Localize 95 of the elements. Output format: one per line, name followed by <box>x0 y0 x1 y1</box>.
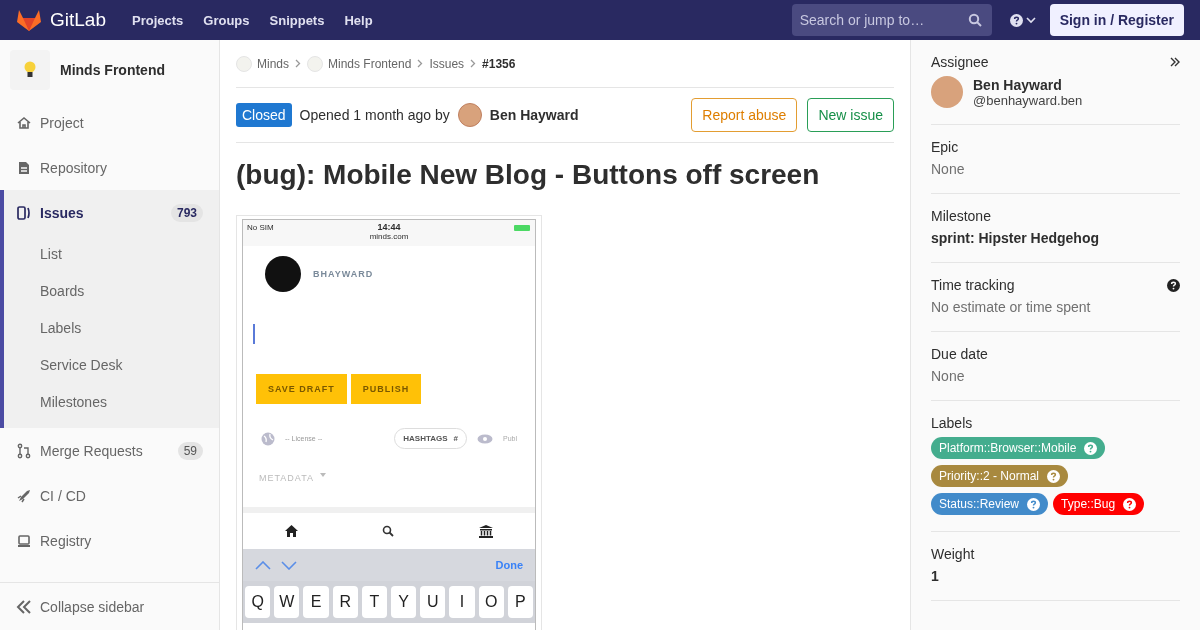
section-value: None <box>931 368 966 384</box>
rocket-icon <box>16 487 32 504</box>
sidebar-subitem[interactable]: Service Desk <box>4 346 219 383</box>
laptop-icon <box>16 532 32 549</box>
author-avatar[interactable] <box>457 103 482 127</box>
section-value: 1 <box>931 568 940 584</box>
section-label: Weight <box>931 546 975 562</box>
bank-icon[interactable] <box>478 524 493 538</box>
keyboard-key[interactable]: O <box>478 586 504 618</box>
breadcrumb-link[interactable]: Minds <box>257 56 289 71</box>
double-chevron-left-icon <box>16 599 32 614</box>
battery-icon <box>514 225 530 231</box>
text-cursor <box>253 324 255 344</box>
issues-icon <box>16 204 32 221</box>
breadcrumb-link[interactable]: Issues <box>429 56 465 71</box>
sidebar-item[interactable]: Registry <box>0 518 219 563</box>
double-chevron-right-icon[interactable] <box>1170 57 1180 67</box>
section-label: Assignee <box>931 54 989 70</box>
group-avatar <box>236 55 252 72</box>
globe-icon <box>261 431 275 446</box>
sidebar-item[interactable]: Merge Requests 59 <box>0 428 219 473</box>
section-label: Time tracking <box>931 277 1015 293</box>
group-avatar <box>307 55 323 72</box>
keyboard-key[interactable]: R <box>332 586 358 618</box>
assignee-name[interactable]: Ben Hayward <box>973 76 1083 93</box>
blog-action-button[interactable]: SAVE DRAFT <box>256 374 347 404</box>
sidebar-subitem[interactable]: Milestones <box>4 383 219 420</box>
chevron-right-icon <box>470 59 477 68</box>
help-icon[interactable] <box>1009 13 1023 27</box>
carrier-text: No SIM <box>247 223 274 232</box>
section-value: None <box>931 161 966 177</box>
caret-icon <box>320 473 326 477</box>
keyboard-key[interactable]: E <box>303 586 329 618</box>
clock-text: 14:44 <box>377 222 401 232</box>
section-label: Epic <box>931 139 959 155</box>
status-badge: Closed <box>236 103 292 127</box>
assignee-avatar[interactable] <box>931 76 963 108</box>
eye-icon <box>477 433 493 444</box>
username-text: BHAYWARD <box>313 269 374 279</box>
blog-action-button[interactable]: PUBLISH <box>350 374 422 404</box>
chevron-down-icon[interactable] <box>281 560 297 570</box>
author-link[interactable]: Ben Hayward <box>489 107 579 123</box>
label-tag[interactable]: Type::Bug <box>1053 493 1145 515</box>
sidebar-item[interactable]: Project <box>0 100 219 145</box>
nav-link[interactable]: Help <box>344 12 373 28</box>
logo-text[interactable]: GitLab <box>50 9 106 31</box>
sidebar-subitem[interactable]: Labels <box>4 309 219 346</box>
doc-icon <box>16 159 32 176</box>
assignee-username: @benhayward.ben <box>973 92 1083 108</box>
section-label: Due date <box>931 346 988 362</box>
nav-link[interactable]: Groups <box>203 12 250 28</box>
section-label: Labels <box>931 415 973 431</box>
sidebar-item[interactable]: Repository <box>0 145 219 190</box>
count-badge: 793 <box>170 203 203 222</box>
new-issue-button[interactable]: New issue <box>807 98 894 132</box>
chevron-right-icon <box>417 59 424 68</box>
search-icon[interactable] <box>382 525 395 537</box>
merge-icon <box>16 442 32 459</box>
chevron-right-icon <box>295 59 301 68</box>
keyboard-key[interactable]: Q <box>245 586 271 618</box>
caret-icon[interactable] <box>1025 16 1036 24</box>
nav-link[interactable]: Snippets <box>269 12 325 28</box>
search-field[interactable]: Search or jump to… <box>791 4 992 36</box>
opened-text: Opened 1 month ago by <box>299 107 450 123</box>
keyboard-key[interactable]: U <box>420 586 446 618</box>
sidebar-subitem[interactable]: Boards <box>4 272 219 309</box>
url-text: minds.com <box>369 232 409 241</box>
section-label: Milestone <box>931 208 991 224</box>
home-icon <box>16 114 32 131</box>
label-tag[interactable]: Priority::2 - Normal <box>931 465 1068 487</box>
lightbulb-icon <box>24 61 36 79</box>
keyboard-key[interactable]: I <box>449 586 475 618</box>
keyboard-key[interactable]: T <box>361 586 387 618</box>
home-icon[interactable] <box>285 525 299 537</box>
keyboard-key[interactable]: P <box>507 586 534 618</box>
sidebar-item[interactable]: CI / CD <box>0 473 219 518</box>
chevron-up-icon[interactable] <box>255 560 271 570</box>
nav-link[interactable]: Projects <box>132 12 184 28</box>
label-tag[interactable]: Status::Review <box>931 493 1049 515</box>
keyboard-key[interactable]: Y <box>391 586 417 618</box>
profile-avatar <box>265 256 301 292</box>
project-name[interactable]: Minds Frontend <box>60 62 165 78</box>
breadcrumb-link[interactable]: Minds Frontend <box>328 56 412 71</box>
breadcrumb-link[interactable]: #1356 <box>482 56 516 71</box>
issue-title: (bug): Mobile New Blog - Buttons off screen <box>236 159 821 191</box>
search-icon <box>967 13 982 27</box>
sidebar-subitem[interactable]: List <box>4 235 219 272</box>
count-badge: 59 <box>177 441 203 460</box>
keyboard-key[interactable]: W <box>274 586 300 618</box>
help-icon[interactable] <box>1167 278 1180 292</box>
fox-logo-icon[interactable] <box>16 8 42 32</box>
sidebar-item[interactable]: Issues 793 <box>4 190 219 235</box>
sign-in-button[interactable]: Sign in / Register <box>1049 4 1184 36</box>
section-value: No estimate or time spent <box>931 299 1092 315</box>
section-value: sprint: Hipster Hedgehog <box>931 230 1100 246</box>
